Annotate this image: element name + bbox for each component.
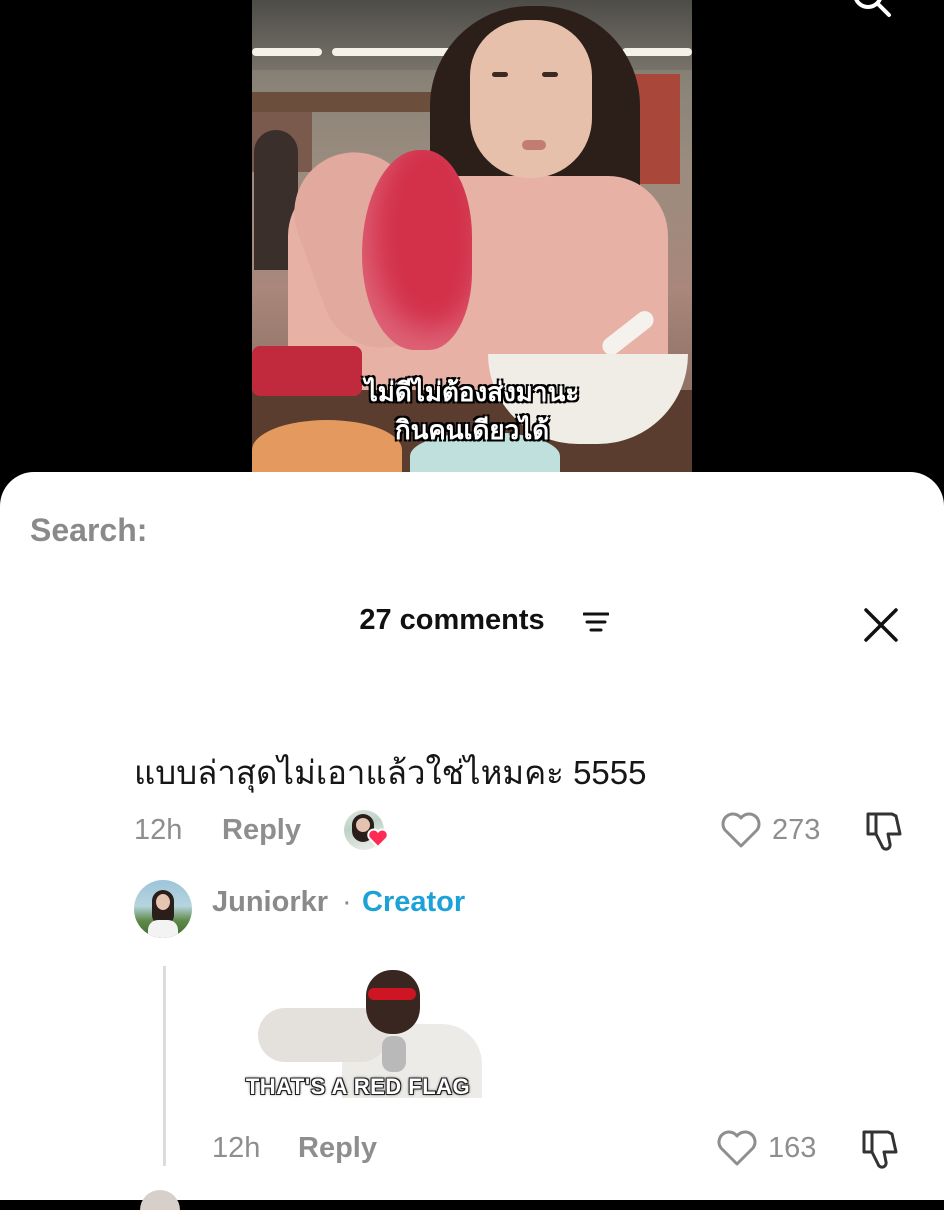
creator-badge: Creator [362,886,466,918]
gif-chain [382,1036,406,1072]
video-raw-beef-slice [362,150,472,350]
reply-author-name[interactable]: Juniorkr [212,886,328,919]
heart-like-icon[interactable] [720,810,762,850]
comment-text: แบบล่าสุดไม่เอาแล้วใช่ไหมคะ 5555 [134,754,647,791]
avatar-face [156,894,170,910]
video-shelf [252,92,432,112]
reply-button[interactable]: Reply [298,1132,377,1165]
video-ceiling-light [252,48,322,56]
comments-count-title: 27 comments [0,604,944,637]
dislike-icon[interactable] [862,810,906,852]
reply-timestamp: 12h [212,1132,261,1164]
heart-badge-icon [367,828,389,849]
reaction-gif[interactable]: THAT'S A RED FLAG [222,966,494,1102]
search-icon[interactable] [852,0,892,18]
video-ceiling-light [332,48,452,56]
gif-man-head [366,970,420,1034]
author-separator: · [342,886,352,918]
video-frame[interactable]: ไม่ดีไม่ต้องส่งมานะ กินคนเดียวได้ [252,0,692,480]
search-label[interactable]: Search: [30,512,147,549]
reply-button[interactable]: Reply [222,814,301,847]
video-subtitle-line1: ไม่ดีไม่ต้องส่งมานะ [364,377,580,407]
video-woman-face [470,20,592,178]
video-woman-eye [492,72,508,77]
video-player[interactable]: ไม่ดีไม่ต้องส่งมานะ กินคนเดียวได้ [0,0,944,500]
avatar-body [148,920,178,938]
gif-caption: THAT'S A RED FLAG [245,1074,471,1099]
video-subtitle-line2: กินคนเดียวได้ [394,415,550,445]
reply-thread-line [163,966,166,1166]
gif-red-glasses [368,988,416,1000]
video-woman-lips [522,140,546,150]
video-ceiling-light [622,48,692,56]
video-woman-eye [542,72,558,77]
close-icon[interactable] [862,606,900,644]
comment-timestamp: 12h [134,814,183,846]
creator-avatar[interactable] [134,880,192,938]
like-count: 163 [768,1132,817,1164]
dislike-icon[interactable] [858,1128,902,1170]
next-comment-avatar[interactable] [140,1190,180,1210]
heart-like-icon[interactable] [716,1128,758,1168]
like-count: 273 [772,814,821,846]
comments-count-text: 27 comments [359,604,545,636]
comments-sheet: Search: 27 comments แบบล่าสุดไม่เอาแล้วใ… [0,472,944,1210]
filter-icon[interactable] [583,611,609,633]
